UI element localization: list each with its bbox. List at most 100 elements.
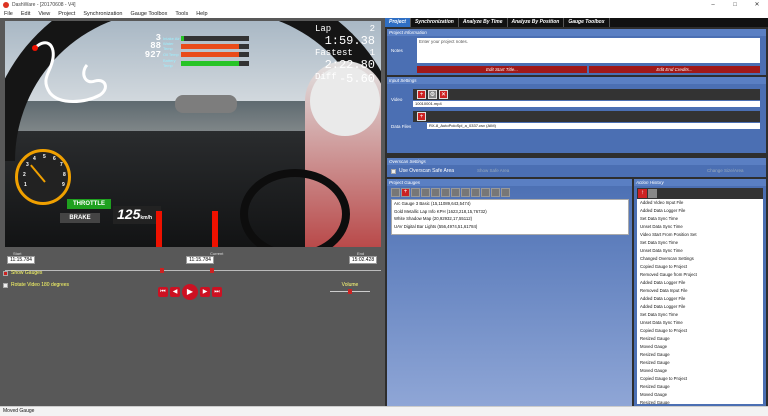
gauge-tool-button[interactable] [391,188,400,197]
data-file-field[interactable]: RX-8_AutoPoloSpl_a_0337.csv (AIM) [427,123,760,129]
list-item[interactable]: Removed Data Input File [637,287,763,295]
list-item[interactable]: Added Video Input File [637,199,763,207]
volume-control[interactable]: Volume [330,282,370,294]
gauge-tool-button[interactable] [441,188,450,197]
menu-view[interactable]: View [38,11,50,17]
gauge-tool-button[interactable] [491,188,500,197]
list-item[interactable]: Video Start From Position Set [637,231,763,239]
list-item[interactable]: White Shadow Map (20,92932,17,55112) [392,215,628,223]
show-gauges-checkbox[interactable]: Show Gauges [3,270,42,276]
tab-analyze-by-time[interactable]: Analyze By Time [459,18,508,27]
list-item[interactable]: Copied Gauge to Project [637,327,763,335]
gauge-tool-button[interactable] [461,188,470,197]
list-item[interactable]: Copied Gauge to Project [637,375,763,383]
list-item[interactable]: Set Data Sync Time [637,239,763,247]
menu-tools[interactable]: Tools [175,11,188,17]
rpm-gauge[interactable]: 1 2 3 4 5 6 7 8 9 [15,149,71,205]
current-marker[interactable] [210,268,214,273]
skip-end-button[interactable]: ⏭ [212,287,222,297]
list-item[interactable]: Removed Gauge from Project [637,271,763,279]
rpm-needle [30,164,46,183]
add-data-file-button[interactable]: + [417,112,426,121]
overscan-checkbox[interactable]: Use Overscan Safe Area [391,168,454,174]
timeline-slider[interactable] [5,268,381,274]
list-item[interactable]: Added Data Logger File [637,295,763,303]
list-item[interactable]: Changed Overscan Settings [637,255,763,263]
list-item[interactable]: Arc Gauge 3 Basic (15,11089,643,5474) [392,200,628,208]
step-back-button[interactable]: ◀ [170,287,180,297]
skip-start-button[interactable]: ⏮ [158,287,168,297]
edit-end-credits-button[interactable]: Edit End Credits... [589,66,760,73]
gauge-tool-button[interactable] [451,188,460,197]
playback-controls: ⏮ ◀ ▶ ▶ ⏭ [158,284,222,300]
list-item[interactable]: Moved Gauge [637,391,763,399]
list-item[interactable]: Unset Data Sync Time [637,223,763,231]
gauge-tool-button[interactable] [431,188,440,197]
list-item[interactable]: Copied Gauge to Project [637,263,763,271]
edit-start-title-button[interactable]: Edit Start Title... [417,66,587,73]
list-item[interactable]: Resized Gauge [637,399,763,404]
list-item[interactable]: Resized Gauge [637,383,763,391]
notes-field[interactable]: Enter your project notes. [417,38,760,63]
list-item[interactable]: Set Data Sync Time [637,215,763,223]
gauge-tool-button[interactable] [471,188,480,197]
tab-synchronization[interactable]: Synchronization [411,18,459,27]
gauge-tool-button[interactable] [411,188,420,197]
list-item[interactable]: Gold Metallic Lap Info KPH (1623,218,15,… [392,208,628,216]
video-settings-button[interactable]: ⚙ [428,90,437,99]
rotate-video-checkbox[interactable]: Rotate Video 180 degrees [3,282,69,288]
menu-gauge-toolbox[interactable]: Gauge Toolbox [130,11,167,17]
current-time-field[interactable]: 11:15.784 [186,256,214,264]
end-time-field[interactable]: 15:02.428 [349,256,377,264]
start-marker[interactable] [160,268,164,273]
telemetry-bars-gauge[interactable]: 3 Intake Air 88 Water Temp 927 Oil Temp … [125,33,249,68]
maximize-icon[interactable]: □ [724,0,746,10]
list-item[interactable]: Resized Gauge [637,351,763,359]
track-map-gauge[interactable] [25,33,115,113]
list-item[interactable]: Added Data Logger File [637,207,763,215]
list-item[interactable]: Resized Gauge [637,335,763,343]
start-time-field[interactable]: 11:15.784 [7,256,35,264]
menu-project[interactable]: Project [58,11,75,17]
list-item[interactable]: Set Data Sync Time [637,311,763,319]
change-size-area-button[interactable]: Change Size/Area [707,168,744,173]
minimize-icon[interactable]: – [702,0,724,10]
gauge-tool-button[interactable] [421,188,430,197]
gauge-tool-button[interactable] [501,188,510,197]
redo-button[interactable] [648,189,657,198]
undo-button[interactable]: ↑ [638,189,647,198]
list-item[interactable]: Moved Gauge [637,343,763,351]
add-video-button[interactable]: + [417,90,426,99]
tab-gauge-toolbox[interactable]: Gauge Toolbox [564,18,610,27]
brake-indicator: BRAKE [60,213,100,223]
video-file-field[interactable]: 10010001.mp4 [413,101,760,107]
show-safe-area-label: Show Safe Area [477,168,510,173]
menu-bar: File Edit View Project Synchronization G… [0,10,768,18]
volume-knob[interactable] [348,289,352,294]
close-icon[interactable]: ✕ [746,0,768,10]
step-forward-button[interactable]: ▶ [200,287,210,297]
menu-file[interactable]: File [4,11,13,17]
list-item[interactable]: UAV Digital Bar Lights (556,4974,51,6178… [392,223,628,231]
add-gauge-button[interactable]: + [401,188,410,197]
list-item[interactable]: Added Data Logger File [637,279,763,287]
list-item[interactable]: Moved Gauge [637,367,763,375]
menu-synchronization[interactable]: Synchronization [83,11,122,17]
list-item[interactable]: Added Data Logger File [637,303,763,311]
list-item[interactable]: Unset Data Sync Time [637,319,763,327]
play-button[interactable]: ▶ [182,284,198,300]
diff-value: -5.60 [338,72,375,86]
list-item[interactable]: Resized Gauge [637,359,763,367]
remove-video-button[interactable]: ✕ [439,90,448,99]
gauge-tool-button[interactable] [481,188,490,197]
menu-edit[interactable]: Edit [21,11,30,17]
tab-project[interactable]: Project [385,18,411,27]
window-controls: – □ ✕ [702,0,768,10]
lap-info-gauge[interactable]: Lap 2 1:59.38 Fastest 1 2:22.80 Diff -5.60 [315,24,375,86]
tab-analyze-by-position[interactable]: Analyze By Position [508,18,565,27]
annotation-arrow [153,211,165,247]
video-preview[interactable]: 3 Intake Air 88 Water Temp 927 Oil Temp … [5,21,381,247]
menu-help[interactable]: Help [196,11,207,17]
list-item[interactable]: Unset Data Sync Time [637,247,763,255]
timeline-values: Start 11:15.784 Current 11:15.784 End 15… [5,251,381,265]
